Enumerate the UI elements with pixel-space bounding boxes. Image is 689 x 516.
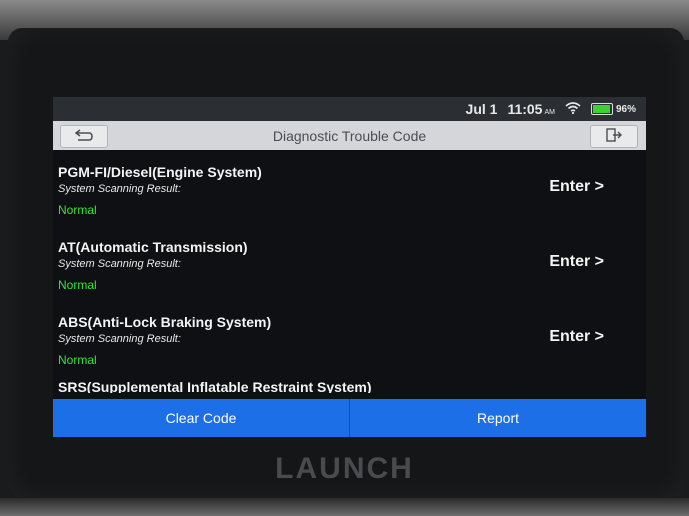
device-screen: Jul 1 11:05 AM 96% Diagnostic Trouble Co…: [53, 97, 646, 437]
scan-result-value: Normal: [58, 353, 97, 367]
status-bar: Jul 1 11:05 AM 96%: [53, 97, 646, 121]
system-name: SRS(Supplemental Inflatable Restraint Sy…: [58, 379, 372, 393]
title-bar: Diagnostic Trouble Code: [53, 121, 646, 150]
wifi-icon: [565, 101, 581, 117]
system-name: PGM-FI/Diesel(Engine System): [58, 164, 262, 180]
back-button[interactable]: [60, 125, 108, 148]
back-arrow-icon: [74, 128, 94, 145]
status-time: 11:05 AM: [507, 101, 555, 117]
exit-icon: [605, 128, 623, 145]
battery-icon: [590, 103, 613, 115]
enter-button[interactable]: Enter >: [549, 328, 604, 346]
list-item[interactable]: SRS(Supplemental Inflatable Restraint Sy…: [53, 375, 646, 393]
report-button[interactable]: Report: [350, 399, 646, 437]
system-name: AT(Automatic Transmission): [58, 239, 248, 255]
list-item[interactable]: AT(Automatic Transmission) System Scanni…: [53, 225, 646, 300]
clear-code-button[interactable]: Clear Code: [53, 399, 349, 437]
device-bottom-edge: [0, 498, 689, 516]
status-ampm: AM: [544, 109, 555, 116]
enter-button[interactable]: Enter >: [549, 253, 604, 271]
battery-indicator: 96%: [590, 103, 636, 115]
scan-result-value: Normal: [58, 203, 97, 217]
brand-logo: LAUNCH: [275, 452, 414, 485]
enter-button[interactable]: Enter >: [549, 178, 604, 196]
list-item[interactable]: ABS(Anti-Lock Braking System) System Sca…: [53, 300, 646, 375]
status-date: Jul 1: [465, 101, 498, 117]
exit-button[interactable]: [590, 125, 638, 148]
page-title: Diagnostic Trouble Code: [272, 127, 427, 144]
battery-fill: [592, 105, 611, 113]
bottom-action-bar: Clear Code Report: [53, 399, 646, 437]
system-list: PGM-FI/Diesel(Engine System) System Scan…: [53, 150, 646, 393]
battery-percent: 96%: [615, 103, 636, 115]
scan-result-value: Normal: [58, 278, 97, 292]
system-name: ABS(Anti-Lock Braking System): [58, 314, 272, 330]
list-item[interactable]: PGM-FI/Diesel(Engine System) System Scan…: [53, 150, 646, 225]
